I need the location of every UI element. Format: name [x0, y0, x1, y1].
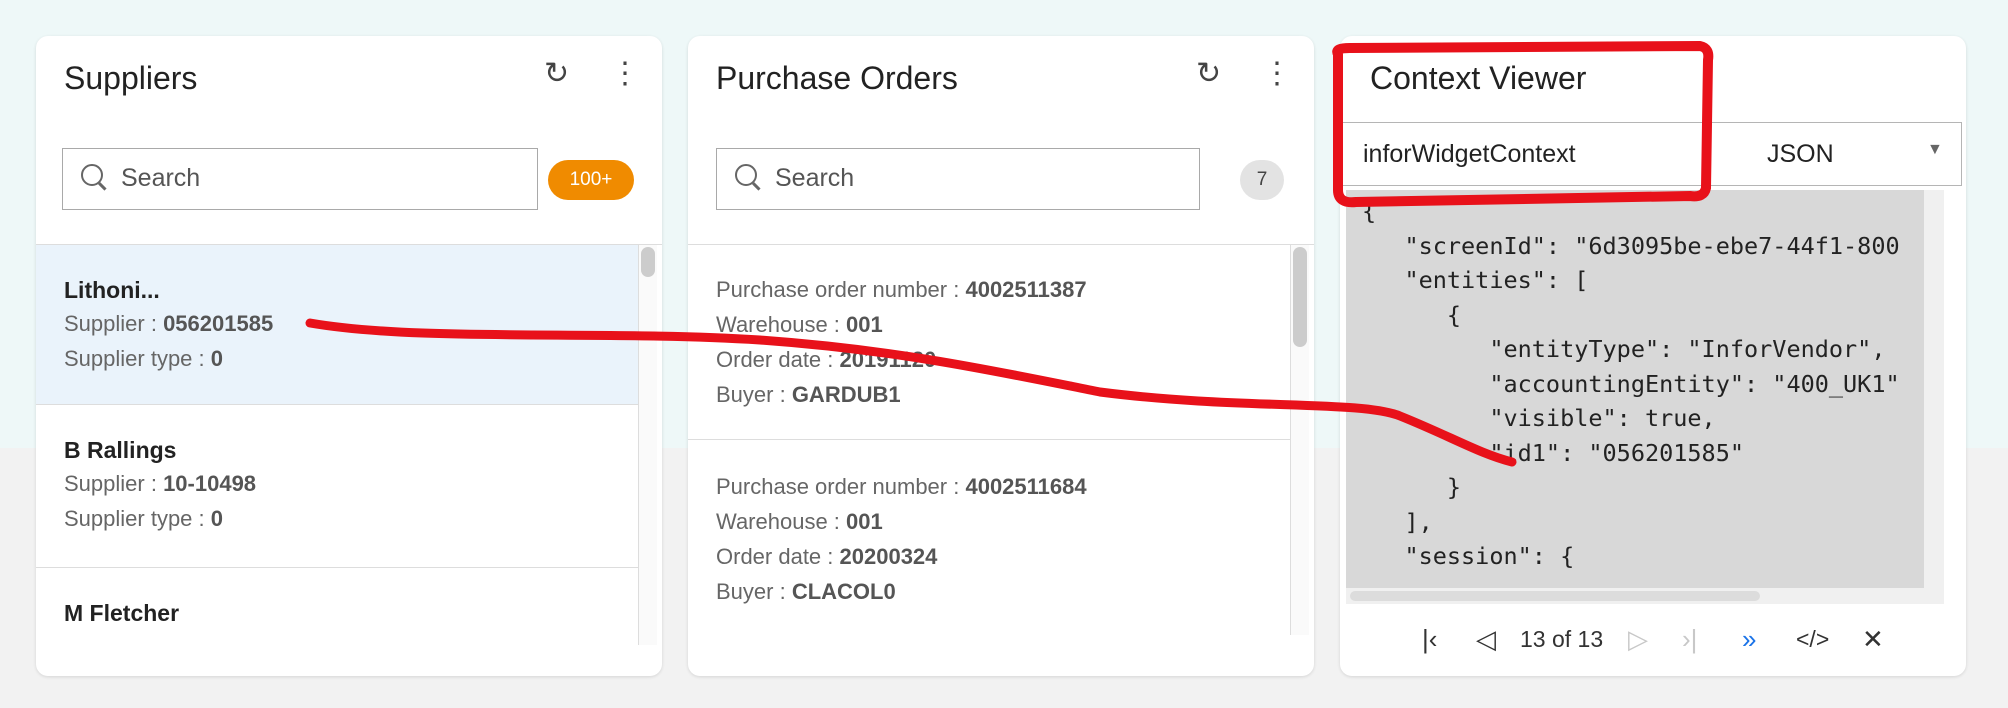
suppliers-list: Lithoni... Supplier : 056201585 Supplier…	[36, 244, 662, 645]
search-icon	[735, 164, 757, 186]
po-number: Purchase order number : 4002511684	[716, 474, 1087, 499]
po-order-date: Order date : 20200324	[716, 544, 938, 569]
scrollbar-thumb[interactable]	[1293, 247, 1307, 347]
context-viewer-card: Context Viewer inforWidgetContext JSON ▼…	[1340, 36, 1966, 676]
purchase-orders-card: Purchase Orders ↻ ⋮ 7 Purchase order num…	[688, 36, 1314, 676]
suppliers-search-box[interactable]	[62, 148, 538, 210]
po-number: Purchase order number : 4002511387	[716, 277, 1087, 302]
po-warehouse: Warehouse : 001	[716, 312, 883, 337]
supplier-name: M Fletcher	[64, 600, 180, 626]
supplier-name: B Rallings	[64, 437, 177, 463]
po-warehouse: Warehouse : 001	[716, 509, 883, 534]
list-item[interactable]: Purchase order number : 4002511684 Wareh…	[688, 440, 1290, 645]
supplier-type: Supplier type : 0	[64, 506, 223, 531]
double-chevron-right-icon[interactable]: »	[1742, 624, 1756, 655]
json-content: { "screenId": "6d3095be-ebe7-44f1-800 "e…	[1362, 197, 1900, 570]
previous-icon[interactable]: ◁	[1476, 624, 1496, 655]
po-buyer: Buyer : GARDUB1	[716, 382, 901, 407]
supplier-number: Supplier : 056201585	[64, 311, 274, 336]
purchase-orders-search-box[interactable]	[716, 148, 1200, 210]
purchase-orders-search-input[interactable]	[773, 163, 1077, 194]
last-page-icon[interactable]: ›|	[1682, 624, 1697, 655]
list-item[interactable]: Purchase order number : 4002511387 Wareh…	[688, 245, 1290, 440]
suppliers-card: Suppliers ↻ ⋮ 100+ Lithoni... Supplier :…	[36, 36, 662, 676]
purchase-orders-list: Purchase order number : 4002511387 Wareh…	[688, 244, 1314, 645]
scrollbar-thumb[interactable]	[641, 247, 655, 277]
supplier-type: Supplier type : 0	[64, 346, 223, 371]
purchase-orders-scrollbar[interactable]	[1290, 245, 1309, 635]
search-icon	[81, 164, 103, 186]
next-icon[interactable]: ▷	[1628, 624, 1648, 655]
json-vertical-scrollbar[interactable]	[1924, 190, 1944, 604]
suppliers-scrollbar[interactable]	[638, 245, 657, 645]
format-select[interactable]: JSON ▼	[1706, 122, 1962, 186]
pager-position: 13 of 13	[1520, 626, 1604, 652]
close-icon[interactable]: ✕	[1862, 624, 1884, 655]
po-order-date: Order date : 20191120	[716, 347, 937, 372]
suppliers-count-badge: 100+	[548, 160, 634, 200]
supplier-number: Supplier : 10-10498	[64, 471, 257, 496]
list-item[interactable]: M Fletcher	[36, 568, 638, 645]
first-page-icon[interactable]: |‹	[1422, 624, 1437, 655]
json-horizontal-scrollbar[interactable]	[1346, 588, 1924, 604]
suppliers-search-input[interactable]	[119, 163, 423, 194]
context-viewer-title: Context Viewer	[1370, 60, 1587, 96]
purchase-orders-title: Purchase Orders	[716, 60, 958, 96]
scrollbar-thumb[interactable]	[1350, 591, 1760, 601]
code-icon[interactable]: </>	[1796, 626, 1829, 653]
suppliers-title: Suppliers	[64, 60, 198, 96]
pager: |‹ ◁ 13 of 13 ▷ ›| » </> ✕	[1340, 616, 1962, 666]
purchase-orders-count-badge: 7	[1240, 160, 1284, 200]
supplier-name: Lithoni...	[64, 277, 160, 303]
context-select[interactable]: inforWidgetContext	[1340, 122, 1708, 186]
json-viewer: { "screenId": "6d3095be-ebe7-44f1-800 "e…	[1346, 190, 1944, 604]
refresh-icon[interactable]: ↻	[544, 56, 569, 91]
list-item[interactable]: Lithoni... Supplier : 056201585 Supplier…	[36, 245, 638, 405]
more-vertical-icon[interactable]: ⋮	[1262, 56, 1292, 91]
more-vertical-icon[interactable]: ⋮	[610, 56, 640, 91]
chevron-down-icon: ▼	[1927, 141, 1943, 158]
list-item[interactable]: B Rallings Supplier : 10-10498 Supplier …	[36, 405, 638, 568]
refresh-icon[interactable]: ↻	[1196, 56, 1221, 91]
po-buyer: Buyer : CLACOL0	[716, 579, 896, 604]
